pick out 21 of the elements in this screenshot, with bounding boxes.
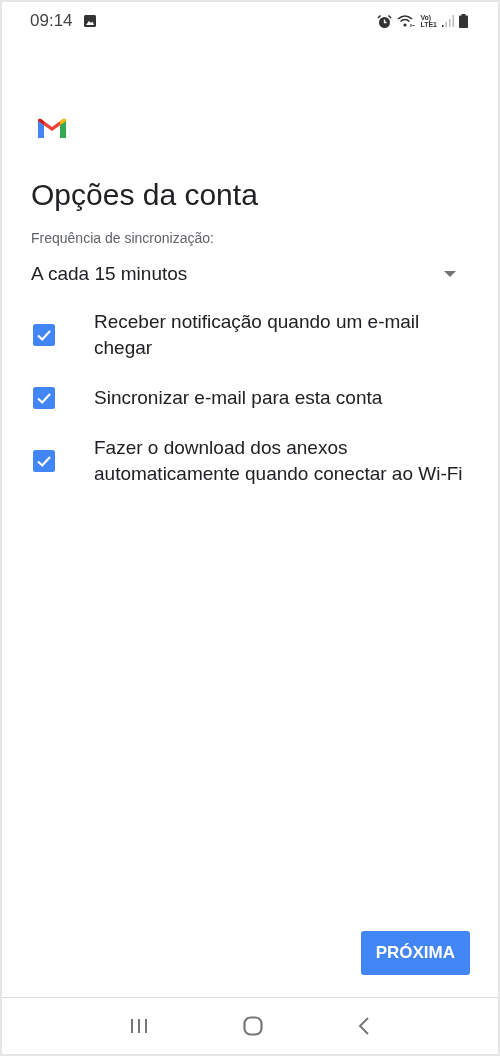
image-icon — [83, 15, 96, 27]
option-label: Fazer o download dos anexos automaticamente quando conectar ao Wi-Fi — [94, 436, 464, 486]
signal-icon — [442, 15, 454, 27]
back-icon[interactable] — [358, 1017, 371, 1035]
checkbox[interactable] — [33, 387, 55, 409]
battery-icon — [459, 14, 468, 28]
option-label: Sincronizar e-mail para esta conta — [94, 386, 383, 410]
next-button[interactable]: PRÓXIMA — [360, 931, 470, 975]
field-label: Frequência de sincronização: — [31, 230, 215, 246]
mail-logo-icon — [38, 118, 66, 138]
recent-apps-icon[interactable] — [129, 1018, 148, 1034]
checkbox[interactable] — [33, 450, 55, 472]
checkbox[interactable] — [33, 324, 55, 346]
wifi-icon — [397, 14, 416, 28]
page-title: Opções da conta — [31, 178, 259, 212]
home-icon[interactable] — [243, 1016, 263, 1036]
dropdown-caret-icon — [444, 271, 456, 277]
frequency-dropdown[interactable]: A cada 15 minutos — [31, 263, 470, 285]
option-label: Receber notificação quando um e-mail chegar — [94, 310, 421, 360]
status-time: 09:14 — [30, 11, 73, 31]
alarm-icon — [377, 13, 393, 29]
